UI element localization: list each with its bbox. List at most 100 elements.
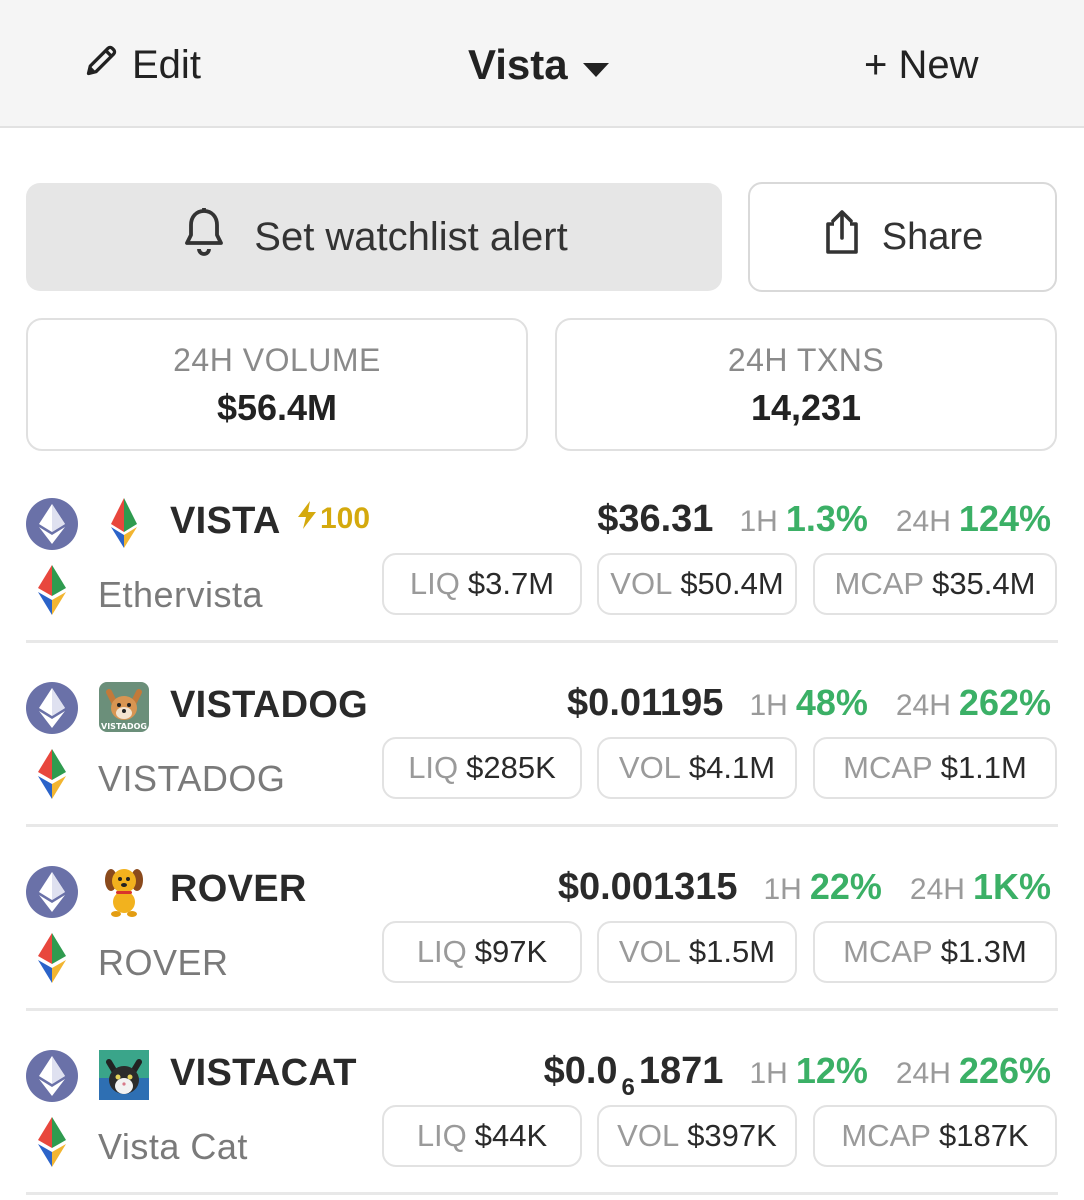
stat-24h-txns: 24H TXNS 14,231	[555, 318, 1057, 451]
chip-label: LIQ	[409, 566, 460, 601]
top-bar: Edit Vista + New	[0, 0, 1084, 128]
share-icon	[822, 208, 862, 266]
change-1h: 22%	[809, 866, 882, 907]
chip-value: $50.4M	[680, 566, 784, 601]
ethereum-icon	[26, 1050, 78, 1102]
chip-value: $397K	[687, 1118, 777, 1153]
volume-chip: VOL $4.1M	[597, 737, 797, 799]
price-zero-count: 6	[621, 1074, 635, 1101]
chip-label: VOL	[618, 750, 681, 785]
lightning-icon	[296, 500, 318, 538]
token-symbol: ROVER	[170, 868, 307, 910]
vistadog-logo: VISTADOG	[99, 680, 149, 734]
ethereum-icon	[26, 682, 78, 734]
change-24h-label: 24H	[895, 505, 951, 538]
ethereum-icon	[26, 498, 78, 550]
token-row-rover[interactable]: ROVER ROVER $0.001315 1H 22% 24H 1K% LIQ…	[0, 852, 1084, 1036]
chip-value: $187K	[938, 1118, 1029, 1153]
token-price: $0.01195	[567, 682, 724, 724]
change-24h: 226%	[958, 1050, 1051, 1091]
stat-24h-volume: 24H VOLUME $56.4M	[26, 318, 528, 451]
token-row-vistadog[interactable]: VISTADOG VISTADOG VISTADOG $0.01195 1H 4…	[0, 668, 1084, 852]
chip-value: $1.1M	[940, 750, 1027, 785]
price-line: $0.001315 1H 22% 24H 1K%	[558, 866, 1051, 909]
share-button[interactable]: Share	[748, 182, 1057, 292]
stat-label: 24H VOLUME	[173, 342, 381, 378]
liquidity-chip: LIQ $44K	[382, 1105, 582, 1167]
volume-chip: VOL $397K	[597, 1105, 797, 1167]
bell-icon	[180, 206, 228, 268]
ethereum-icon	[26, 866, 78, 918]
change-1h-label: 1H	[739, 505, 778, 538]
price-line: $0.0 6 1871 1H 12% 24H 226%	[544, 1050, 1051, 1102]
vistacat-logo	[99, 1048, 149, 1102]
token-price: $0.0 6 1871	[544, 1050, 724, 1102]
boost-value: 100	[320, 502, 371, 535]
price-line: $36.31 1H 1.3% 24H 124%	[597, 498, 1051, 541]
new-label: + New	[864, 42, 979, 87]
change-1h-label: 1H	[749, 689, 788, 722]
token-symbol: VISTADOG	[170, 684, 369, 726]
ethervista-chain-icon	[34, 932, 70, 984]
change-1h: 48%	[795, 682, 868, 723]
change-1h: 1.3%	[785, 498, 868, 539]
stat-value: $56.4M	[216, 387, 338, 428]
market-cap-chip: MCAP $187K	[813, 1105, 1057, 1167]
chip-label: LIQ	[416, 1118, 467, 1153]
chip-value: $1.3M	[940, 934, 1027, 969]
chip-value: $97K	[474, 934, 548, 969]
liquidity-chip: LIQ $285K	[382, 737, 582, 799]
edit-label: Edit	[132, 42, 201, 87]
share-label: Share	[881, 215, 984, 258]
edit-button[interactable]: Edit	[84, 40, 201, 90]
price-digits: 1871	[638, 1050, 724, 1092]
change-24h-label: 24H	[909, 873, 965, 906]
alert-label: Set watchlist alert	[254, 214, 568, 259]
volume-chip: VOL $1.5M	[597, 921, 797, 983]
chip-label: MCAP	[843, 934, 933, 969]
token-price: $0.001315	[557, 866, 738, 908]
chip-value: $35.4M	[932, 566, 1036, 601]
chip-label: VOL	[610, 566, 673, 601]
market-cap-chip: MCAP $1.1M	[813, 737, 1057, 799]
ethervista-chain-icon	[34, 748, 70, 800]
rover-logo	[99, 864, 149, 918]
liquidity-chip: LIQ $97K	[382, 921, 582, 983]
chip-label: LIQ	[416, 934, 467, 969]
ethervista-chain-icon	[34, 564, 70, 616]
stat-label: 24H TXNS	[727, 342, 885, 378]
token-symbol: VISTA	[170, 500, 281, 542]
row-divider	[26, 1008, 1058, 1011]
row-divider	[26, 824, 1058, 827]
row-divider	[26, 640, 1058, 643]
token-row-vistacat[interactable]: VISTACAT Vista Cat $0.0 6 1871 1H 12% 24H …	[0, 1036, 1084, 1200]
change-24h-label: 24H	[895, 689, 951, 722]
chip-value: $44K	[474, 1118, 548, 1153]
market-cap-chip: MCAP $35.4M	[813, 553, 1057, 615]
chip-value: $3.7M	[467, 566, 555, 601]
watchlist-selector[interactable]: Vista	[468, 40, 610, 90]
vistadog-logo-text: VISTADOG	[101, 722, 147, 731]
change-1h: 12%	[795, 1050, 868, 1091]
liquidity-chip: LIQ $3.7M	[382, 553, 582, 615]
watchlist-title: Vista	[468, 41, 568, 88]
chip-label: LIQ	[408, 750, 459, 785]
token-name: Ethervista	[98, 574, 264, 615]
change-24h: 1K%	[972, 866, 1051, 907]
row-divider	[26, 1192, 1058, 1195]
change-24h: 262%	[958, 682, 1051, 723]
boost-badge[interactable]: 100	[296, 500, 370, 538]
token-row-vista[interactable]: VISTA 100 Ethervista $36.31 1H 1.3% 24H …	[0, 484, 1084, 668]
chip-value: $1.5M	[688, 934, 776, 969]
change-1h-label: 1H	[749, 1057, 788, 1090]
chip-label: MCAP	[834, 566, 925, 601]
change-1h-label: 1H	[763, 873, 802, 906]
set-watchlist-alert-button[interactable]: Set watchlist alert	[26, 183, 722, 291]
price-prefix: $0.0	[543, 1050, 618, 1092]
volume-chip: VOL $50.4M	[597, 553, 797, 615]
token-price: $36.31	[597, 498, 714, 540]
chip-label: VOL	[618, 934, 681, 969]
caret-down-icon	[582, 41, 610, 89]
new-watchlist-button[interactable]: + New	[864, 40, 979, 90]
chip-value: $285K	[466, 750, 556, 785]
